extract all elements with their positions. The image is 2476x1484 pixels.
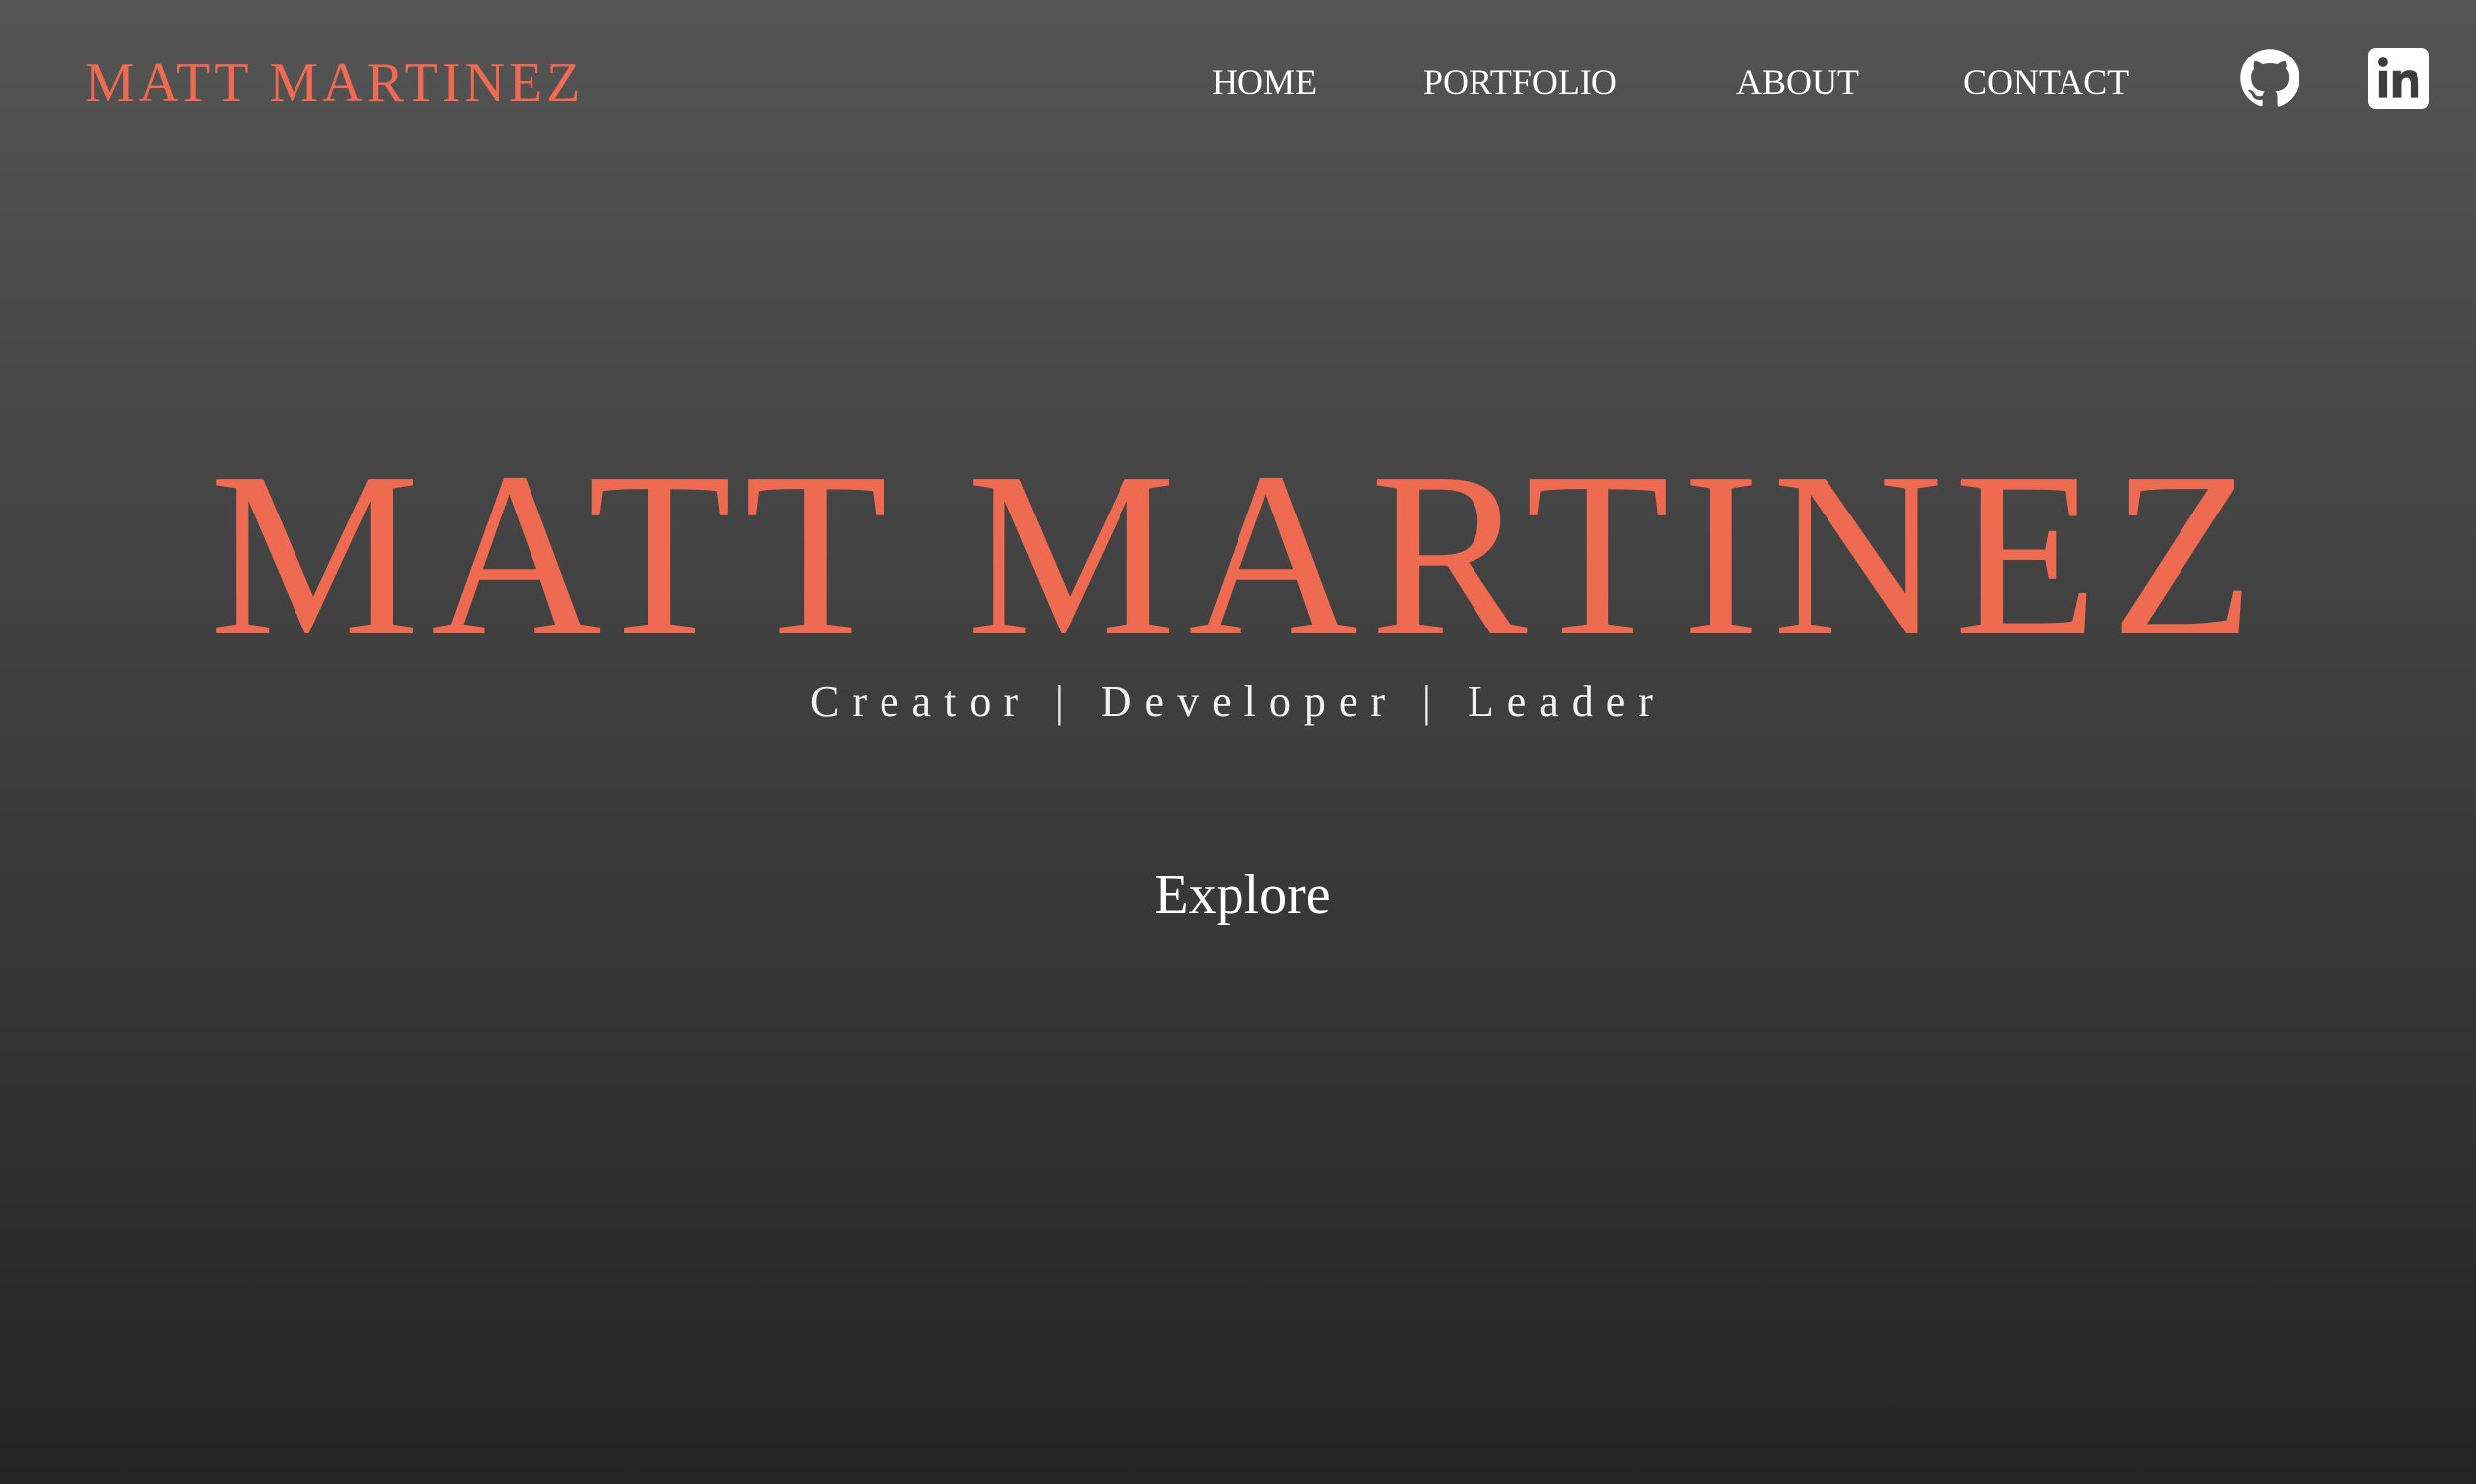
linkedin-icon[interactable] — [2368, 48, 2429, 109]
github-icon[interactable] — [2239, 48, 2300, 109]
nav-about-link[interactable]: ABOUT — [1736, 57, 1859, 107]
hero-title: MATT MARTINEZ — [209, 424, 2267, 685]
nav-portfolio-link[interactable]: PORTFOLIO — [1423, 57, 1617, 107]
nav-home-link[interactable]: HOME — [1212, 57, 1317, 107]
nav-contact-link[interactable]: CONTACT — [1963, 57, 2129, 107]
hero-tagline: Creator | Developer | Leader — [810, 677, 1666, 726]
site-header: MATT MARTINEZ HOME PORTFOLIO ABOUT CONTA… — [0, 0, 2476, 169]
explore-button[interactable]: Explore — [1123, 860, 1361, 930]
main-nav: HOME PORTFOLIO ABOUT CONTACT — [0, 57, 2476, 107]
